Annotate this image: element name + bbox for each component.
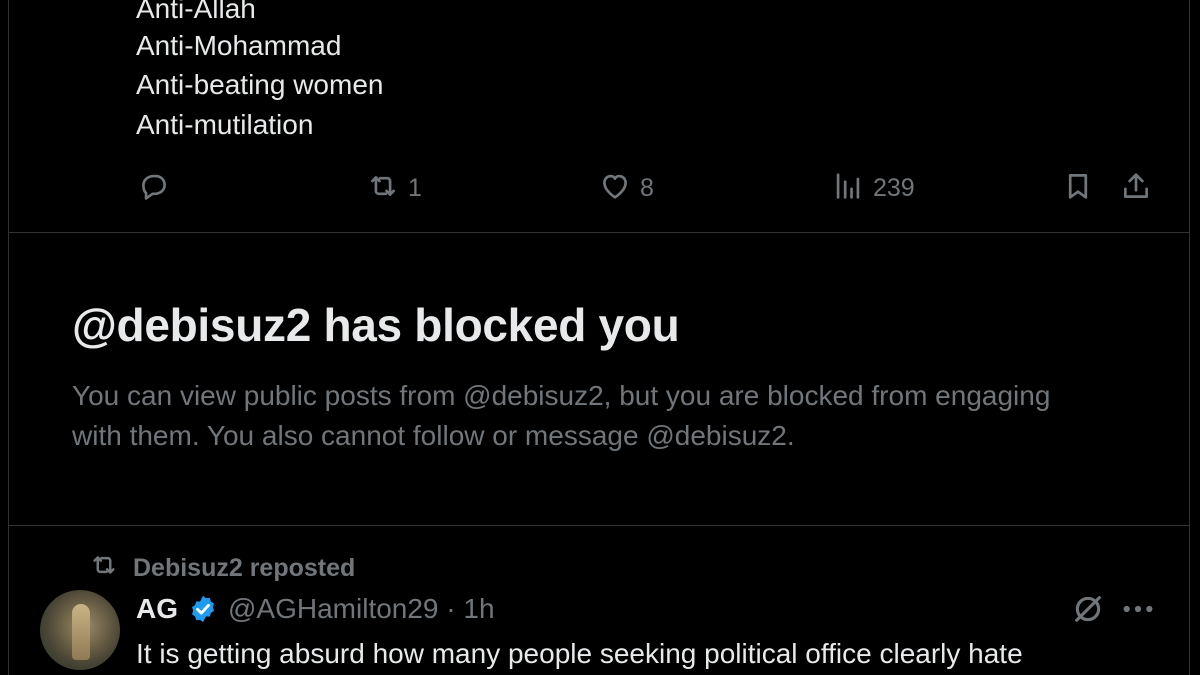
post-text-line: Anti-Allah [136, 0, 256, 24]
repost-button[interactable]: 1 [366, 168, 422, 208]
more-options-button[interactable] [1121, 596, 1155, 627]
divider [9, 525, 1189, 526]
bookmark-button[interactable] [1061, 168, 1095, 208]
post-text-line: Anti-Mohammad [136, 30, 342, 61]
reply-icon [137, 169, 171, 208]
author-name[interactable]: AG [136, 593, 178, 625]
post-text-line: Anti-mutilation [136, 109, 314, 140]
share-icon [1119, 169, 1153, 208]
views-button[interactable]: 239 [831, 168, 915, 208]
views-icon [831, 169, 865, 208]
divider [9, 232, 1189, 233]
verified-badge-icon[interactable] [188, 594, 218, 624]
post-text: It is getting absurd how many people see… [136, 638, 1023, 669]
repost-icon [89, 550, 119, 587]
grok-icon [1071, 596, 1105, 630]
bookmark-icon [1061, 169, 1095, 208]
heart-icon [598, 169, 632, 208]
post-header: AG @AGHamilton29 · 1h [136, 588, 495, 630]
reply-button[interactable] [137, 168, 171, 208]
share-button[interactable] [1119, 168, 1153, 208]
repost-context[interactable]: Debisuz2 reposted [89, 550, 355, 586]
like-count: 8 [640, 173, 654, 202]
post-text-line: Anti-beating women [136, 69, 384, 100]
like-button[interactable]: 8 [598, 168, 654, 208]
timeline-column: Anti-Allah Anti-Mohammad Anti-beating wo… [8, 0, 1190, 675]
repost-icon [366, 169, 400, 208]
more-icon [1121, 605, 1155, 626]
avatar[interactable] [40, 590, 120, 670]
block-notice-title: @debisuz2 has blocked you [72, 299, 680, 351]
repost-label: Debisuz2 reposted [133, 553, 356, 582]
grok-button[interactable] [1071, 592, 1105, 631]
author-handle-time[interactable]: @AGHamilton29 · 1h [228, 593, 495, 625]
block-notice-description: You can view public posts from @debisuz2… [72, 380, 1051, 451]
repost-count: 1 [408, 173, 422, 202]
views-count: 239 [873, 173, 915, 202]
